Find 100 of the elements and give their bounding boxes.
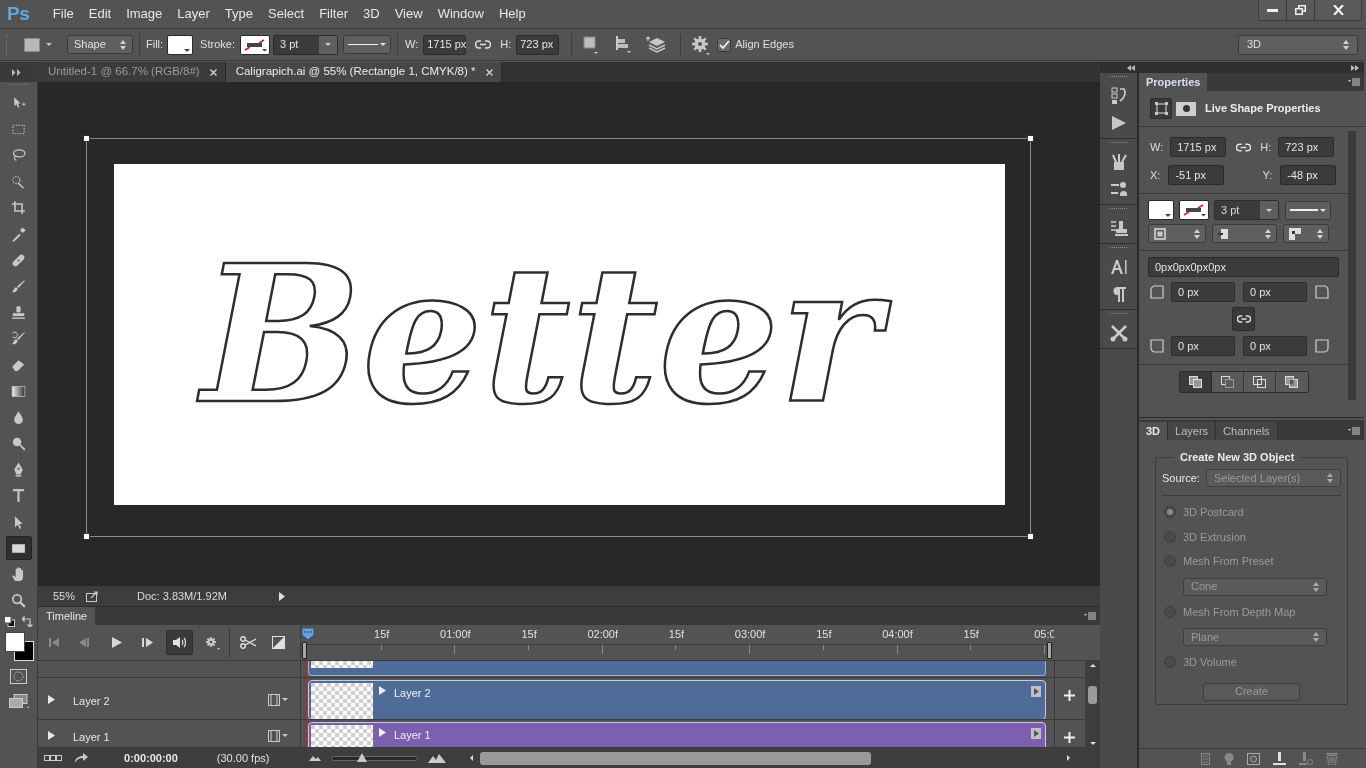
menu-item[interactable]: Type	[217, 4, 261, 24]
swap-colors-icon[interactable]	[22, 615, 33, 627]
expand-icon[interactable]	[1351, 64, 1359, 71]
audio-button[interactable]	[166, 630, 193, 655]
stroke-align-dropdown[interactable]	[1148, 224, 1206, 243]
panel-tab[interactable]: Timeline	[38, 607, 96, 625]
x-field[interactable]: -51 px	[1168, 165, 1225, 185]
close-button[interactable]	[1315, 0, 1361, 20]
subtract-shapes-icon[interactable]	[1220, 376, 1234, 388]
corner-icon[interactable]	[1315, 339, 1329, 353]
corner-radius-field[interactable]: 0 px	[1243, 282, 1307, 302]
transition-icon[interactable]	[272, 636, 285, 649]
stroke-width-field[interactable]: 3 pt	[1214, 200, 1279, 220]
link-icon[interactable]	[475, 40, 492, 49]
menu-item[interactable]: Window	[430, 4, 492, 24]
mode-dropdown[interactable]: Shape	[67, 35, 133, 54]
menu-item[interactable]: Filter	[311, 4, 356, 24]
next-frame-icon[interactable]	[142, 638, 153, 647]
mask-properties-button[interactable]	[1176, 101, 1196, 116]
workspace-dropdown[interactable]: 3D	[1238, 34, 1358, 55]
history-icon[interactable]	[1109, 86, 1128, 105]
film-strip-icon[interactable]	[268, 694, 288, 706]
combine-shapes-icon[interactable]	[1188, 376, 1202, 388]
menu-item[interactable]: View	[387, 4, 431, 24]
expand-triangle-icon[interactable]	[379, 686, 386, 695]
tools-icon[interactable]	[1109, 323, 1128, 342]
video-clip[interactable]	[308, 661, 1046, 676]
line-style-dropdown[interactable]	[1285, 200, 1331, 220]
zoom-slider[interactable]	[331, 755, 418, 761]
menu-item[interactable]: Layer	[169, 4, 218, 24]
corner-radius-field[interactable]: 0 px	[1243, 336, 1307, 356]
scissors-icon[interactable]	[240, 636, 256, 649]
menu-item[interactable]: Image	[118, 4, 170, 24]
panel-menu-icon[interactable]	[1084, 612, 1096, 621]
transform-handle[interactable]	[1027, 135, 1034, 142]
height-field[interactable]: 723 px	[1278, 137, 1335, 157]
expand-triangle-icon[interactable]	[379, 728, 386, 737]
width-field[interactable]: 1715 px	[423, 34, 467, 55]
brushes-icon[interactable]	[1109, 152, 1128, 171]
play-icon[interactable]	[1109, 113, 1128, 132]
shape-properties-button[interactable]	[1150, 98, 1172, 119]
stroke-corners-dropdown[interactable]	[1283, 224, 1329, 243]
restore-button[interactable]	[1287, 0, 1315, 20]
width-field[interactable]: 1715 px	[1170, 137, 1227, 157]
panel-tab[interactable]: Channels	[1216, 422, 1278, 440]
play-icon[interactable]	[112, 637, 122, 648]
work-area-start-handle[interactable]	[302, 642, 307, 659]
screen-mode-icon[interactable]	[8, 693, 29, 710]
stroke-width-field[interactable]: 3 pt	[272, 34, 338, 55]
expand-triangle-icon[interactable]	[48, 695, 55, 704]
panel-tab[interactable]: Layers	[1168, 422, 1217, 440]
transform-handle[interactable]	[83, 135, 90, 142]
fill-swatch[interactable]	[1148, 200, 1174, 220]
zoom-in-icon[interactable]	[428, 753, 446, 763]
document-tab[interactable]: Caligrapich.ai @ 55% (Rectangle 1, CMYK/8) *	[225, 62, 502, 82]
path-operations-icon[interactable]	[582, 35, 599, 54]
menu-item[interactable]: File	[45, 4, 82, 24]
playhead-icon[interactable]	[302, 628, 314, 640]
bounding-box[interactable]: Better	[86, 138, 1031, 537]
brush-presets-icon[interactable]	[1109, 179, 1128, 198]
document-tab[interactable]: Untitled-1 @ 66.7% (RGB/8#)	[38, 62, 226, 82]
add-icon[interactable]	[1063, 690, 1075, 701]
fill-swatch[interactable]	[167, 34, 194, 55]
video-clip[interactable]: Layer 1	[308, 722, 1046, 747]
corner-radii-field[interactable]: 0px0px0px0px	[1148, 257, 1339, 277]
menu-item[interactable]: Edit	[81, 4, 119, 24]
expand-triangle-icon[interactable]	[48, 731, 55, 740]
export-icon[interactable]	[86, 590, 100, 602]
video-clip[interactable]: Layer 2	[308, 680, 1046, 719]
quick-mask-icon[interactable]	[10, 668, 27, 684]
link-icon[interactable]	[1236, 142, 1252, 152]
menu-item[interactable]: Select	[260, 4, 312, 24]
gear-icon[interactable]	[205, 635, 220, 650]
exclude-shapes-icon[interactable]	[1285, 376, 1298, 388]
panel-tab[interactable]: Properties	[1139, 73, 1208, 91]
work-area-end-handle[interactable]	[1047, 642, 1052, 659]
intersect-shapes-icon[interactable]	[1252, 376, 1266, 388]
render-video-icon[interactable]	[44, 755, 62, 761]
transform-handle[interactable]	[1027, 533, 1034, 540]
tool-button[interactable]	[5, 536, 32, 561]
play-icon[interactable]	[1031, 728, 1041, 739]
stroke-caps-dropdown[interactable]	[1212, 224, 1277, 243]
collapse-icon[interactable]	[1127, 64, 1135, 71]
corner-radius-field[interactable]: 0 px	[1171, 336, 1235, 356]
expand-arrow-icon[interactable]	[278, 591, 285, 601]
default-colors-icon[interactable]	[4, 615, 15, 627]
corner-icon[interactable]	[1315, 285, 1329, 299]
corner-icon[interactable]	[1150, 339, 1164, 353]
scroll-thumb[interactable]	[480, 751, 871, 765]
transform-handle[interactable]	[83, 533, 90, 540]
corner-icon[interactable]	[1150, 285, 1164, 299]
link-button[interactable]	[1232, 307, 1255, 331]
ground-plane-icon[interactable]	[1273, 752, 1286, 765]
panel-menu-icon[interactable]	[1348, 78, 1360, 87]
play-icon[interactable]	[1031, 686, 1041, 697]
character-icon[interactable]	[1109, 257, 1128, 276]
film-strip-icon[interactable]	[268, 730, 288, 742]
mesh-icon[interactable]	[1247, 752, 1260, 765]
curved-arrow-icon[interactable]	[74, 753, 88, 763]
color-swatches-icon[interactable]	[5, 631, 34, 661]
